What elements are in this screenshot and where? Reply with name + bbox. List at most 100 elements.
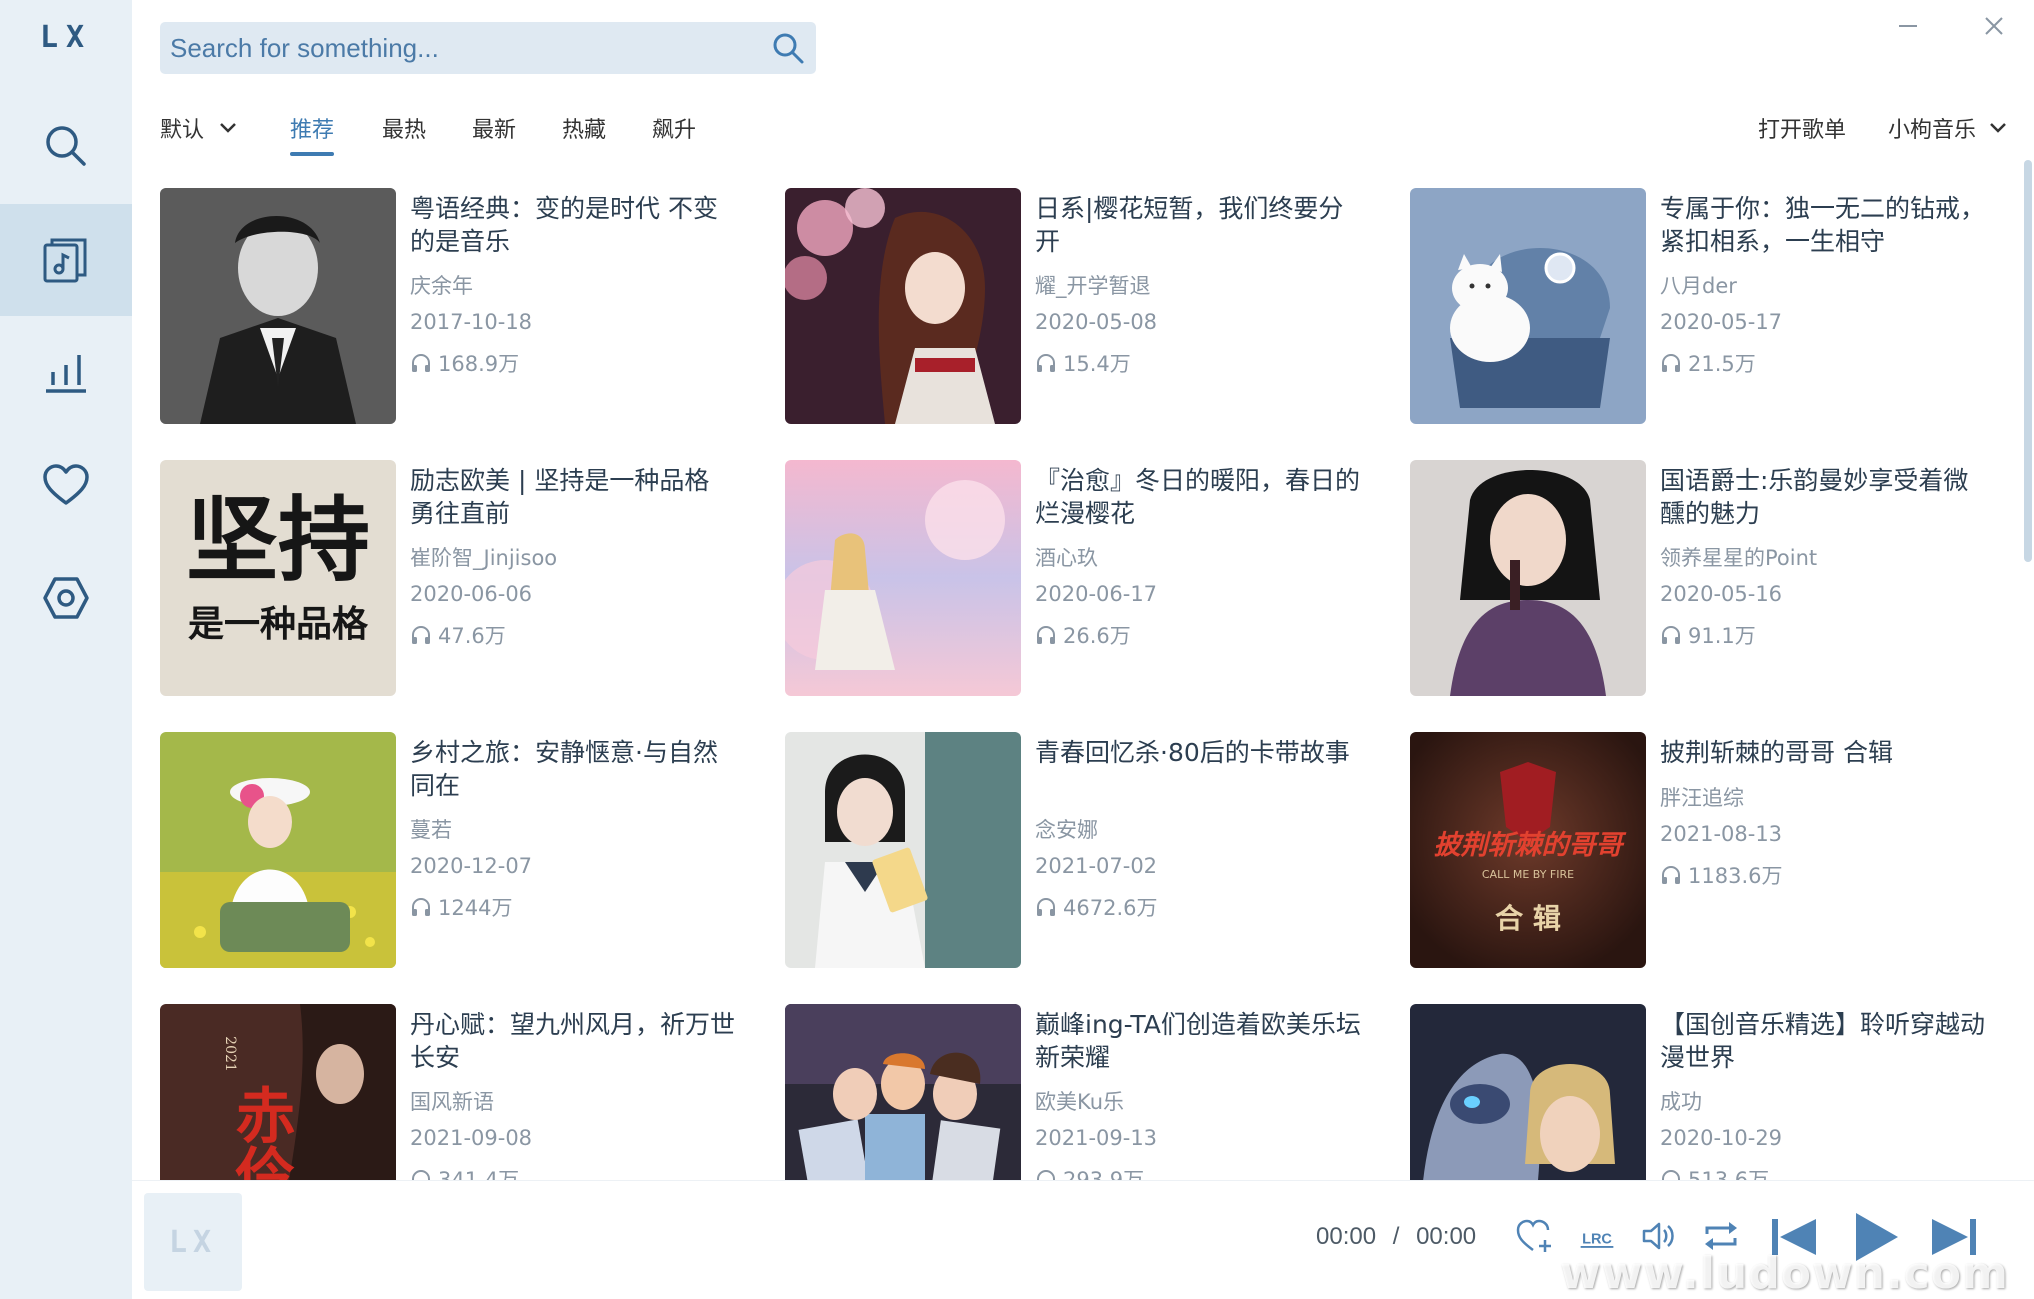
headphones-icon <box>1662 1170 1680 1180</box>
playlist-cover <box>785 460 1021 696</box>
time-separator: / <box>1392 1223 1400 1250</box>
sidebar: LX <box>0 0 132 1299</box>
playlist-cover <box>785 732 1021 968</box>
playlist-title: 『治愈』冬日的暖阳，春日的烂漫樱花 <box>1035 466 1361 528</box>
playlist-info: 励志欧美 | 坚持是一种品格 勇往直前 崔阶智_Jinjisoo 2020-06… <box>410 464 740 650</box>
tab-recommended[interactable]: 推荐 <box>290 112 335 156</box>
playlist-card[interactable]: 青春回忆杀·80后的卡带故事 念安娜 2021-07-02 4672.6万 <box>785 732 1385 968</box>
playlist-card[interactable]: 专属于你：独一无二的钻戒，紧扣相系，一生相守 八月der 2020-05-17 … <box>1410 188 2006 424</box>
playlist-card[interactable]: 坚持 是一种品格 励志欧美 | 坚持是一种品格 勇往直前 崔阶智_Jinjisoo… <box>160 460 760 696</box>
playlist-date: 2020-06-17 <box>1035 582 1158 606</box>
playlist-plays: 1183.6万 <box>1660 860 1990 890</box>
playlist-cover <box>1410 188 1646 424</box>
settings-icon <box>43 577 89 619</box>
play-count: 1183.6万 <box>1688 864 1783 888</box>
playlist-card[interactable]: 『治愈』冬日的暖阳，春日的烂漫樱花 酒心玖 2020-06-17 26.6万 <box>785 460 1385 696</box>
play-count: 293.9万 <box>1063 1168 1145 1180</box>
playlist-cover <box>160 732 396 968</box>
playlist-cover: 披荆斩棘的哥哥 CALL ME BY FIRE 合 辑 <box>1410 732 1646 968</box>
tab-newest[interactable]: 最新 <box>472 112 516 144</box>
tab-label: 飙升 <box>652 118 697 143</box>
toolbar: 默认 推荐 最热 最新 热藏 飙升 打开歌单 小枸音乐 <box>160 102 2014 156</box>
sort-select[interactable]: 默认 <box>160 112 238 144</box>
headphones-icon <box>412 1170 430 1180</box>
cover-text-sub: CALL ME BY FIRE <box>1482 868 1574 881</box>
playlist-title: 粤语经典：变的是时代 不变的是音乐 <box>410 194 718 256</box>
playlist-grid: 粤语经典：变的是时代 不变的是音乐 庆余年 2017-10-18 168.9万 … <box>160 188 2006 1180</box>
app-logo: LX <box>39 20 93 55</box>
play-count: 168.9万 <box>438 352 520 376</box>
tab-rising[interactable]: 飙升 <box>652 112 696 144</box>
playlist-author: 欧美Ku乐 <box>1035 1090 1125 1114</box>
tab-hottest[interactable]: 最热 <box>382 112 426 144</box>
close-icon <box>1985 17 2003 35</box>
tab-label: 推荐 <box>290 118 335 143</box>
playlist-card[interactable]: 巅峰ing-TA们创造着欧美乐坛新荣耀 欧美Ku乐 2021-09-13 293… <box>785 1004 1385 1180</box>
playlist-card[interactable]: 日系|樱花短暂，我们终要分开 耀_开学暂退 2020-05-08 15.4万 <box>785 188 1385 424</box>
playlist-title: 丹心赋：望九州风月，祈万世长安 <box>410 1010 736 1072</box>
source-select[interactable]: 小枸音乐 <box>1888 112 2008 144</box>
heart-add-icon <box>1516 1219 1551 1252</box>
playlist-title: 励志欧美 | 坚持是一种品格 勇往直前 <box>410 466 710 528</box>
chevron-down-icon <box>220 123 236 133</box>
playlist-date: 2020-05-08 <box>1035 310 1158 334</box>
playlist-info: 『治愈』冬日的暖阳，春日的烂漫樱花 酒心玖 2020-06-17 26.6万 <box>1035 464 1365 650</box>
playlist-title: 国语爵士:乐韵曼妙享受着微醺的魅力 <box>1660 466 1969 528</box>
headphones-icon <box>412 898 430 916</box>
playlist-author: 国风新语 <box>410 1090 494 1114</box>
search-input[interactable] <box>170 22 750 74</box>
playlist-title: 乡村之旅：安静惬意·与自然同在 <box>410 738 718 800</box>
scrollbar[interactable] <box>2024 160 2032 562</box>
sidebar-item-search[interactable] <box>0 90 132 202</box>
tab-label: 最热 <box>382 118 427 143</box>
minimize-button[interactable] <box>1886 8 1930 44</box>
playlist-info: 青春回忆杀·80后的卡带故事 念安娜 2021-07-02 4672.6万 <box>1035 736 1365 922</box>
tab-label: 最新 <box>472 118 517 143</box>
sidebar-item-favorites[interactable] <box>0 430 132 542</box>
playlist-author: 胖汪追综 <box>1660 786 1744 810</box>
playlist-author: 酒心玖 <box>1035 546 1098 570</box>
playlist-card[interactable]: 国语爵士:乐韵曼妙享受着微醺的魅力 领养星星的Point 2020-05-16 … <box>1410 460 2006 696</box>
play-time: 00:00 / 00:00 <box>1316 1223 1476 1251</box>
sort-label: 默认 <box>160 118 205 143</box>
cover-text-tag: 合 辑 <box>1495 902 1561 935</box>
playlist-info: 丹心赋：望九州风月，祈万世长安 国风新语 2021-09-08 341.4万 <box>410 1008 740 1180</box>
playlist-cover <box>785 188 1021 424</box>
cover-text-sub: 是一种品格 <box>188 604 369 645</box>
sidebar-item-leaderboard[interactable] <box>0 316 132 428</box>
play-count: 15.4万 <box>1063 352 1131 376</box>
search-submit-icon[interactable] <box>770 30 806 66</box>
tab-label: 热藏 <box>562 118 607 143</box>
playlist-card[interactable]: 乡村之旅：安静惬意·与自然同在 蔓若 2020-12-07 1244万 <box>160 732 760 968</box>
playlist-plays: 47.6万 <box>410 620 740 650</box>
tab-hot-collect[interactable]: 热藏 <box>562 112 606 144</box>
play-count: 4672.6万 <box>1063 896 1158 920</box>
play-count: 91.1万 <box>1688 624 1756 648</box>
play-count: 1244万 <box>438 896 513 920</box>
play-count: 513.6万 <box>1688 1168 1770 1180</box>
playlist-plays: 15.4万 <box>1035 348 1365 378</box>
playlist-plays: 21.5万 <box>1660 348 1990 378</box>
playlist-cover <box>160 188 396 424</box>
search-box <box>160 22 816 74</box>
playlist-author: 成功 <box>1660 1090 1702 1114</box>
playlist-info: 巅峰ing-TA们创造着欧美乐坛新荣耀 欧美Ku乐 2021-09-13 293… <box>1035 1008 1365 1180</box>
playlist-author: 崔阶智_Jinjisoo <box>410 546 558 570</box>
playlist-card[interactable]: 赤伶 2021 丹心赋：望九州风月，祈万世长安 国风新语 2021-09-08 3… <box>160 1004 760 1180</box>
playlist-card[interactable]: 粤语经典：变的是时代 不变的是音乐 庆余年 2017-10-18 168.9万 <box>160 188 760 424</box>
headphones-icon <box>1037 354 1055 372</box>
playlist-card[interactable]: 【国创音乐精选】聆听穿越动漫世界 成功 2020-10-29 513.6万 <box>1410 1004 2006 1180</box>
sidebar-item-playlists[interactable] <box>0 204 132 316</box>
playlist-date: 2017-10-18 <box>410 310 533 334</box>
favorite-button[interactable] <box>1510 1211 1560 1261</box>
playlist-date: 2020-05-17 <box>1660 310 1783 334</box>
close-button[interactable] <box>1972 8 2016 44</box>
playlist-info: 粤语经典：变的是时代 不变的是音乐 庆余年 2017-10-18 168.9万 <box>410 192 740 378</box>
sidebar-item-settings[interactable] <box>0 542 132 654</box>
playlist-info: 国语爵士:乐韵曼妙享受着微醺的魅力 领养星星的Point 2020-05-16 … <box>1660 464 1990 650</box>
open-playlist-button[interactable]: 打开歌单 <box>1758 112 1846 144</box>
playlist-plays: 168.9万 <box>410 348 740 378</box>
cover-text-main: 披荆斩棘的哥哥 <box>1434 830 1627 861</box>
playlist-card[interactable]: 披荆斩棘的哥哥 CALL ME BY FIRE 合 辑 披荆斩棘的哥哥 合辑 胖汪追… <box>1410 732 2006 968</box>
now-playing-cover[interactable]: LX <box>144 1193 242 1291</box>
